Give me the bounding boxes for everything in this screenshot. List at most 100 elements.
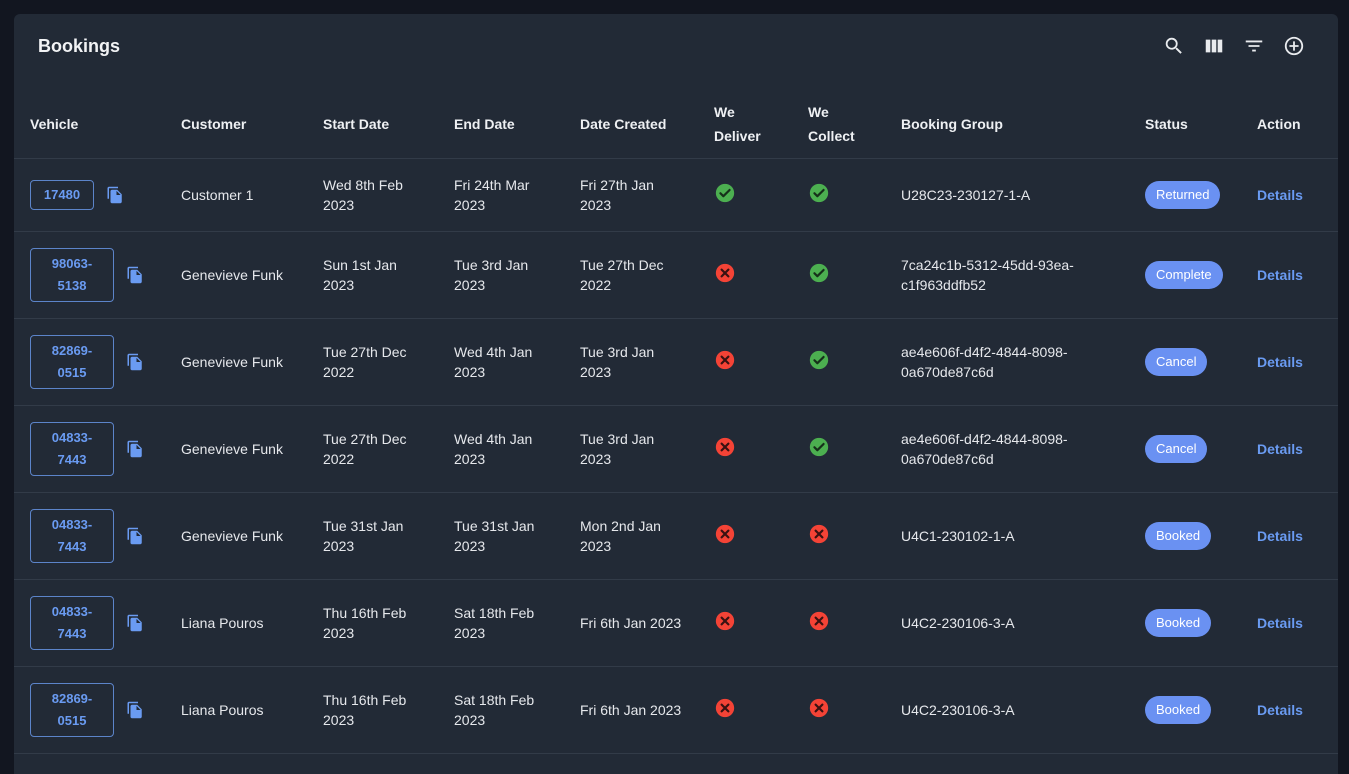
col-header-vehicle[interactable]: Vehicle xyxy=(14,90,165,159)
col-header-status[interactable]: Status xyxy=(1129,90,1241,159)
vehicle-id-line: 7443 xyxy=(57,626,87,641)
details-link[interactable]: Details xyxy=(1257,615,1303,631)
copy-icon[interactable] xyxy=(126,440,144,458)
check-circle-icon xyxy=(808,262,830,284)
date-created-cell: Tue 3rd Jan 2023 xyxy=(564,405,698,493)
vehicle-cell: 82869- 0515 xyxy=(14,318,165,406)
col-header-start-date[interactable]: Start Date xyxy=(307,90,438,159)
vehicle-cell: 04833- 7443 xyxy=(14,579,165,667)
col-header-booking-group[interactable]: Booking Group xyxy=(885,90,1129,159)
we-deliver-cell xyxy=(698,579,792,667)
vehicle-id-button[interactable]: 82869- 0515 xyxy=(30,683,114,737)
status-cell: Booked xyxy=(1129,666,1241,754)
booking-group-cell: U4C1-230102-1-A xyxy=(885,492,1129,580)
details-link[interactable]: Details xyxy=(1257,702,1303,718)
table-row: 04833- 7443 Genevieve Funk Tue 31st Jan 20… xyxy=(14,492,1338,580)
add-circle-icon[interactable] xyxy=(1282,34,1306,58)
date-line: Tue 31st Jan xyxy=(454,518,535,534)
date-line: Tue 27th Dec xyxy=(323,431,407,447)
details-link[interactable]: Details xyxy=(1257,267,1303,283)
date-created-cell: Fri 27th Jan 2023 xyxy=(564,158,698,232)
customer-cell: Customer 1 xyxy=(165,158,307,232)
header-line: Collect xyxy=(808,128,855,144)
details-link[interactable]: Details xyxy=(1257,187,1303,203)
status-badge[interactable]: Booked xyxy=(1145,696,1212,724)
vehicle-id-button[interactable]: 17480 xyxy=(30,180,94,210)
end-date-cell: Sat 18th Feb 2023 xyxy=(438,666,564,754)
status-badge[interactable]: Returned xyxy=(1145,181,1221,209)
status-badge[interactable]: Complete xyxy=(1145,261,1223,289)
start-date-cell: Wed 8th Feb 2023 xyxy=(307,158,438,232)
vehicle-id-line: 17480 xyxy=(43,187,81,202)
date-line: Wed 4th Jan xyxy=(454,431,533,447)
action-cell: Details xyxy=(1241,158,1338,232)
vehicle-id-line: 7443 xyxy=(57,452,87,467)
col-header-customer[interactable]: Customer xyxy=(165,90,307,159)
group-line: 7ca24c1b-5312-45dd-93ea- xyxy=(901,257,1074,273)
table-row: 04833- 7443 Genevieve Funk Tue 27th Dec 20… xyxy=(14,405,1338,493)
vehicle-id-button[interactable]: 98063- 5138 xyxy=(30,248,114,302)
copy-icon[interactable] xyxy=(126,266,144,284)
check-circle-icon xyxy=(808,349,830,371)
start-date-cell: Tue 27th Dec 2022 xyxy=(307,318,438,406)
table-toolbar: Bookings xyxy=(14,14,1338,80)
vehicle-id-text: 17480 xyxy=(44,184,80,206)
date-line: Sat 18th Feb xyxy=(454,605,535,621)
status-badge[interactable]: Booked xyxy=(1145,609,1212,637)
end-date-cell: Tue 3rd Jan 2023 xyxy=(438,231,564,319)
copy-icon[interactable] xyxy=(106,186,124,204)
filter-icon[interactable] xyxy=(1242,34,1266,58)
vehicle-id-button[interactable]: 82869- 0515 xyxy=(30,335,114,389)
table-row: 82869- 0515 Genevieve Funk Tue 27th Dec 20… xyxy=(14,318,1338,406)
we-collect-cell xyxy=(792,666,885,754)
status-badge[interactable]: Cancel xyxy=(1145,348,1208,376)
col-header-action: Action xyxy=(1241,90,1338,159)
col-header-we-deliver[interactable]: We Deliver xyxy=(698,90,792,159)
columns-icon[interactable] xyxy=(1202,34,1226,58)
booking-group-cell: ae4e606f-d4f2-4844-8098- 0a670de87c6d xyxy=(885,318,1129,406)
we-collect-cell xyxy=(792,231,885,319)
copy-icon[interactable] xyxy=(126,614,144,632)
details-link[interactable]: Details xyxy=(1257,354,1303,370)
vehicle-cell: 17480 xyxy=(14,158,165,232)
vehicle-id-line: 0515 xyxy=(57,713,87,728)
details-link[interactable]: Details xyxy=(1257,528,1303,544)
vehicle-id-button[interactable]: 04833- 7443 xyxy=(30,596,114,650)
col-header-date-created[interactable]: Date Created xyxy=(564,90,698,159)
vehicle-id-text: 04833- 7443 xyxy=(52,601,92,645)
action-cell: Details xyxy=(1241,318,1338,406)
status-badge[interactable]: Cancel xyxy=(1145,435,1208,463)
we-collect-cell xyxy=(792,158,885,232)
col-header-end-date[interactable]: End Date xyxy=(438,90,564,159)
copy-icon[interactable] xyxy=(126,527,144,545)
table-row: 17480 Customer 1 Wed 8th Feb 2023 Fri 24t… xyxy=(14,158,1338,232)
date-line: 2023 xyxy=(454,277,486,293)
details-link[interactable]: Details xyxy=(1257,441,1303,457)
date-line: Fri 6th Jan 2023 xyxy=(580,615,682,631)
date-line: Fri 24th Mar xyxy=(454,177,530,193)
action-cell: Details xyxy=(1241,492,1338,580)
search-icon[interactable] xyxy=(1162,34,1186,58)
date-line: 2023 xyxy=(580,364,612,380)
status-badge[interactable]: Booked xyxy=(1145,522,1212,550)
date-created-cell: Tue 27th Dec 2022 xyxy=(564,231,698,319)
date-line: Fri 6th Jan 2023 xyxy=(580,702,682,718)
vehicle-id-text: 04833- 7443 xyxy=(52,514,92,558)
vehicle-id-button[interactable]: 04833- 7443 xyxy=(30,509,114,563)
vehicle-id-button[interactable]: 04833- 7443 xyxy=(30,422,114,476)
vehicle-cell: 98063- 5138 xyxy=(14,231,165,319)
copy-icon[interactable] xyxy=(126,353,144,371)
date-line: Tue 27th Dec xyxy=(323,344,407,360)
group-line: U4C2-230106-3-A xyxy=(901,702,1015,718)
col-header-we-collect[interactable]: We Collect xyxy=(792,90,885,159)
copy-icon[interactable] xyxy=(126,701,144,719)
we-deliver-cell xyxy=(698,492,792,580)
end-date-cell: Wed 4th Jan 2023 xyxy=(438,405,564,493)
check-circle-icon xyxy=(808,182,830,204)
date-line: Fri 27th Jan xyxy=(580,177,654,193)
date-line: 2023 xyxy=(323,197,355,213)
date-line: 2022 xyxy=(580,277,612,293)
date-line: 2023 xyxy=(454,364,486,380)
cancel-circle-icon xyxy=(714,436,736,458)
cancel-circle-icon xyxy=(714,262,736,284)
